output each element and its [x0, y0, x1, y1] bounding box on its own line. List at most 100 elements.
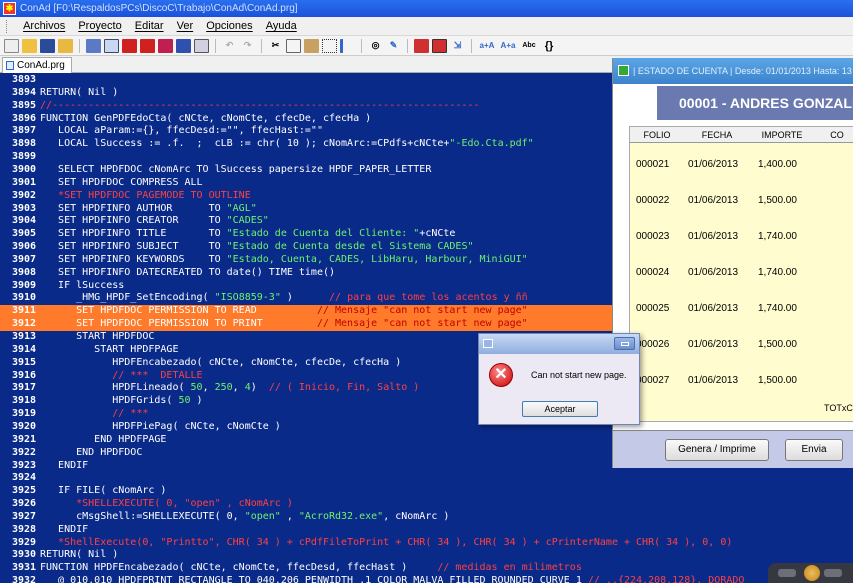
code-line[interactable]: 3932 @ 010,010 HPDFPRINT RECTANGLE TO 04…: [0, 575, 853, 583]
tab-conad-prg[interactable]: ConAd.prg: [2, 57, 72, 73]
debug-icon[interactable]: [140, 38, 155, 53]
line-number: 3894: [12, 86, 37, 98]
build-icon[interactable]: [86, 38, 101, 53]
cell-fecha: 01/06/2013: [688, 339, 739, 350]
menu-opciones[interactable]: Opciones: [201, 17, 257, 36]
code-line[interactable]: 3928 ENDIF: [0, 524, 853, 537]
code-token: *SHELLEXECUTE( 0, "open" , cNomArc ): [40, 498, 293, 510]
redo-icon[interactable]: ↷: [240, 39, 255, 53]
grid-icon[interactable]: [194, 38, 209, 53]
send-button[interactable]: Envia: [785, 439, 843, 461]
generate-print-button[interactable]: Genera / Imprime: [665, 439, 769, 461]
line-number: 3910: [12, 292, 37, 304]
pause-icon[interactable]: [804, 565, 820, 581]
col-importe[interactable]: IMPORTE: [750, 127, 814, 143]
toolbar-separator: [261, 38, 262, 53]
stop-icon[interactable]: [122, 38, 137, 53]
table-row[interactable]: 000026 01/06/2013 1,500.00: [630, 327, 853, 363]
table-row[interactable]: 000024 01/06/2013 1,740.00: [630, 255, 853, 291]
previous-icon[interactable]: [778, 569, 796, 577]
cell-folio: 000027: [636, 375, 670, 386]
cut-icon[interactable]: ✂: [268, 39, 283, 53]
statement-grid[interactable]: FOLIO FECHA IMPORTE CO 000021 01/06/2013 1…: [629, 126, 853, 422]
menu-editar[interactable]: Editar: [130, 17, 169, 36]
menu-ver[interactable]: Ver: [172, 17, 199, 36]
cell-folio: 000023: [636, 231, 670, 242]
undo-icon[interactable]: ↶: [222, 39, 237, 53]
code-line[interactable]: 3926 *SHELLEXECUTE( 0, "open" , cNomArc …: [0, 498, 853, 511]
goto-icon[interactable]: ⇲: [450, 39, 465, 53]
find-icon[interactable]: ◎: [368, 39, 383, 53]
cell-importe: 1,740.00: [758, 231, 797, 242]
select-icon[interactable]: [322, 38, 337, 53]
dialog-message: Can not start new page.: [531, 370, 627, 380]
code-token: HPDFPiePag( cNCte, cNomCte ): [40, 420, 281, 432]
table-row[interactable]: 000023 01/06/2013 1,740.00: [630, 219, 853, 255]
line-number: 3899: [12, 151, 37, 163]
replace-icon[interactable]: ✎: [386, 39, 401, 53]
line-number: 3907: [12, 253, 37, 265]
line-number: 3915: [12, 356, 37, 368]
table-row[interactable]: 000027 01/06/2013 1,500.00: [630, 363, 853, 399]
spell-icon[interactable]: Abc: [520, 39, 538, 53]
dialog-ok-button[interactable]: Aceptar: [522, 401, 598, 417]
line-number: 3902: [12, 189, 37, 201]
open-icon[interactable]: [22, 38, 37, 53]
cell-folio: 000021: [636, 159, 670, 170]
code-token: IF lSuccess: [40, 279, 125, 291]
table-row[interactable]: 000025 01/06/2013 1,740.00: [630, 291, 853, 327]
line-number: 3925: [12, 485, 37, 497]
window-icon[interactable]: [176, 38, 191, 53]
indent-icon[interactable]: [340, 38, 355, 53]
code-token: SET HPDFINFO SUBJECT TO: [40, 241, 227, 253]
eraser-icon[interactable]: [414, 38, 429, 53]
code-token: RETURN( Nil ): [40, 86, 119, 98]
code-token: ,: [202, 382, 215, 394]
new-icon[interactable]: [4, 38, 19, 53]
code-token: "Estado de Cuenta desde el Sistema CADES…: [226, 241, 474, 253]
save-icon[interactable]: [40, 38, 55, 53]
code-token: "open": [244, 510, 281, 522]
code-token: SET HPDFDOC COMPRESS ALL: [40, 176, 203, 188]
cell-folio: 000025: [636, 303, 670, 314]
code-line[interactable]: 3930 RETURN( Nil ): [0, 549, 853, 562]
code-token: SET HPDFINFO KEYWORDS TO: [40, 253, 227, 265]
copy-icon[interactable]: [286, 38, 301, 53]
bookmark-icon[interactable]: [432, 38, 447, 53]
folder-icon[interactable]: [58, 38, 73, 53]
code-line[interactable]: 3924: [0, 472, 853, 485]
toolbar-separator: [471, 38, 472, 53]
line-number: 3901: [12, 176, 37, 188]
breakpoint-icon[interactable]: [158, 38, 173, 53]
col-fecha[interactable]: FECHA: [684, 127, 750, 143]
code-line[interactable]: 3929 *ShellExecute(0, "Printto", CHR( 34…: [0, 537, 853, 550]
table-row[interactable]: 000021 01/06/2013 1,400.00: [630, 147, 853, 183]
code-token: END HPDFPAGE: [40, 433, 167, 445]
menu-archivos[interactable]: Archivos: [18, 17, 70, 36]
code-line[interactable]: 3927 cMsgShell:=SHELLEXECUTE( 0, "open" …: [0, 511, 853, 524]
font-bigger-icon[interactable]: a+A: [478, 39, 496, 53]
dialog-close-button[interactable]: [614, 337, 635, 350]
menu-proyecto[interactable]: Proyecto: [73, 17, 126, 36]
code-token: //--------------------------------------…: [40, 99, 480, 111]
window-title: ConAd [F0:\RespaldosPCs\DiscoC\Trabajo\C…: [20, 3, 298, 14]
paste-icon[interactable]: [304, 38, 319, 53]
menu-ayuda[interactable]: Ayuda: [261, 17, 302, 36]
toolbar-separator: [215, 38, 216, 53]
code-line[interactable]: 3925 IF FILE( cNomArc ): [0, 485, 853, 498]
run-icon[interactable]: [104, 38, 119, 53]
code-token: // ..{224,208,128}, DORADO: [587, 575, 745, 583]
code-token: HPDFLineado(: [40, 382, 191, 394]
line-number: 3924: [12, 472, 37, 484]
window-icon: [618, 65, 629, 76]
table-row[interactable]: 000022 01/06/2013 1,500.00: [630, 183, 853, 219]
code-token: // *** DETALLE: [40, 369, 203, 381]
next-icon[interactable]: [824, 569, 842, 577]
col-folio[interactable]: FOLIO: [630, 127, 684, 143]
braces-icon[interactable]: {}: [541, 39, 557, 53]
line-number: 3897: [12, 125, 37, 137]
font-smaller-icon[interactable]: A+a: [499, 39, 517, 53]
code-line[interactable]: 3931 FUNCTION HPDFEncabezado( cNCte, cNom…: [0, 562, 853, 575]
col-co[interactable]: CO: [814, 127, 853, 143]
line-number: 3895: [12, 99, 37, 111]
